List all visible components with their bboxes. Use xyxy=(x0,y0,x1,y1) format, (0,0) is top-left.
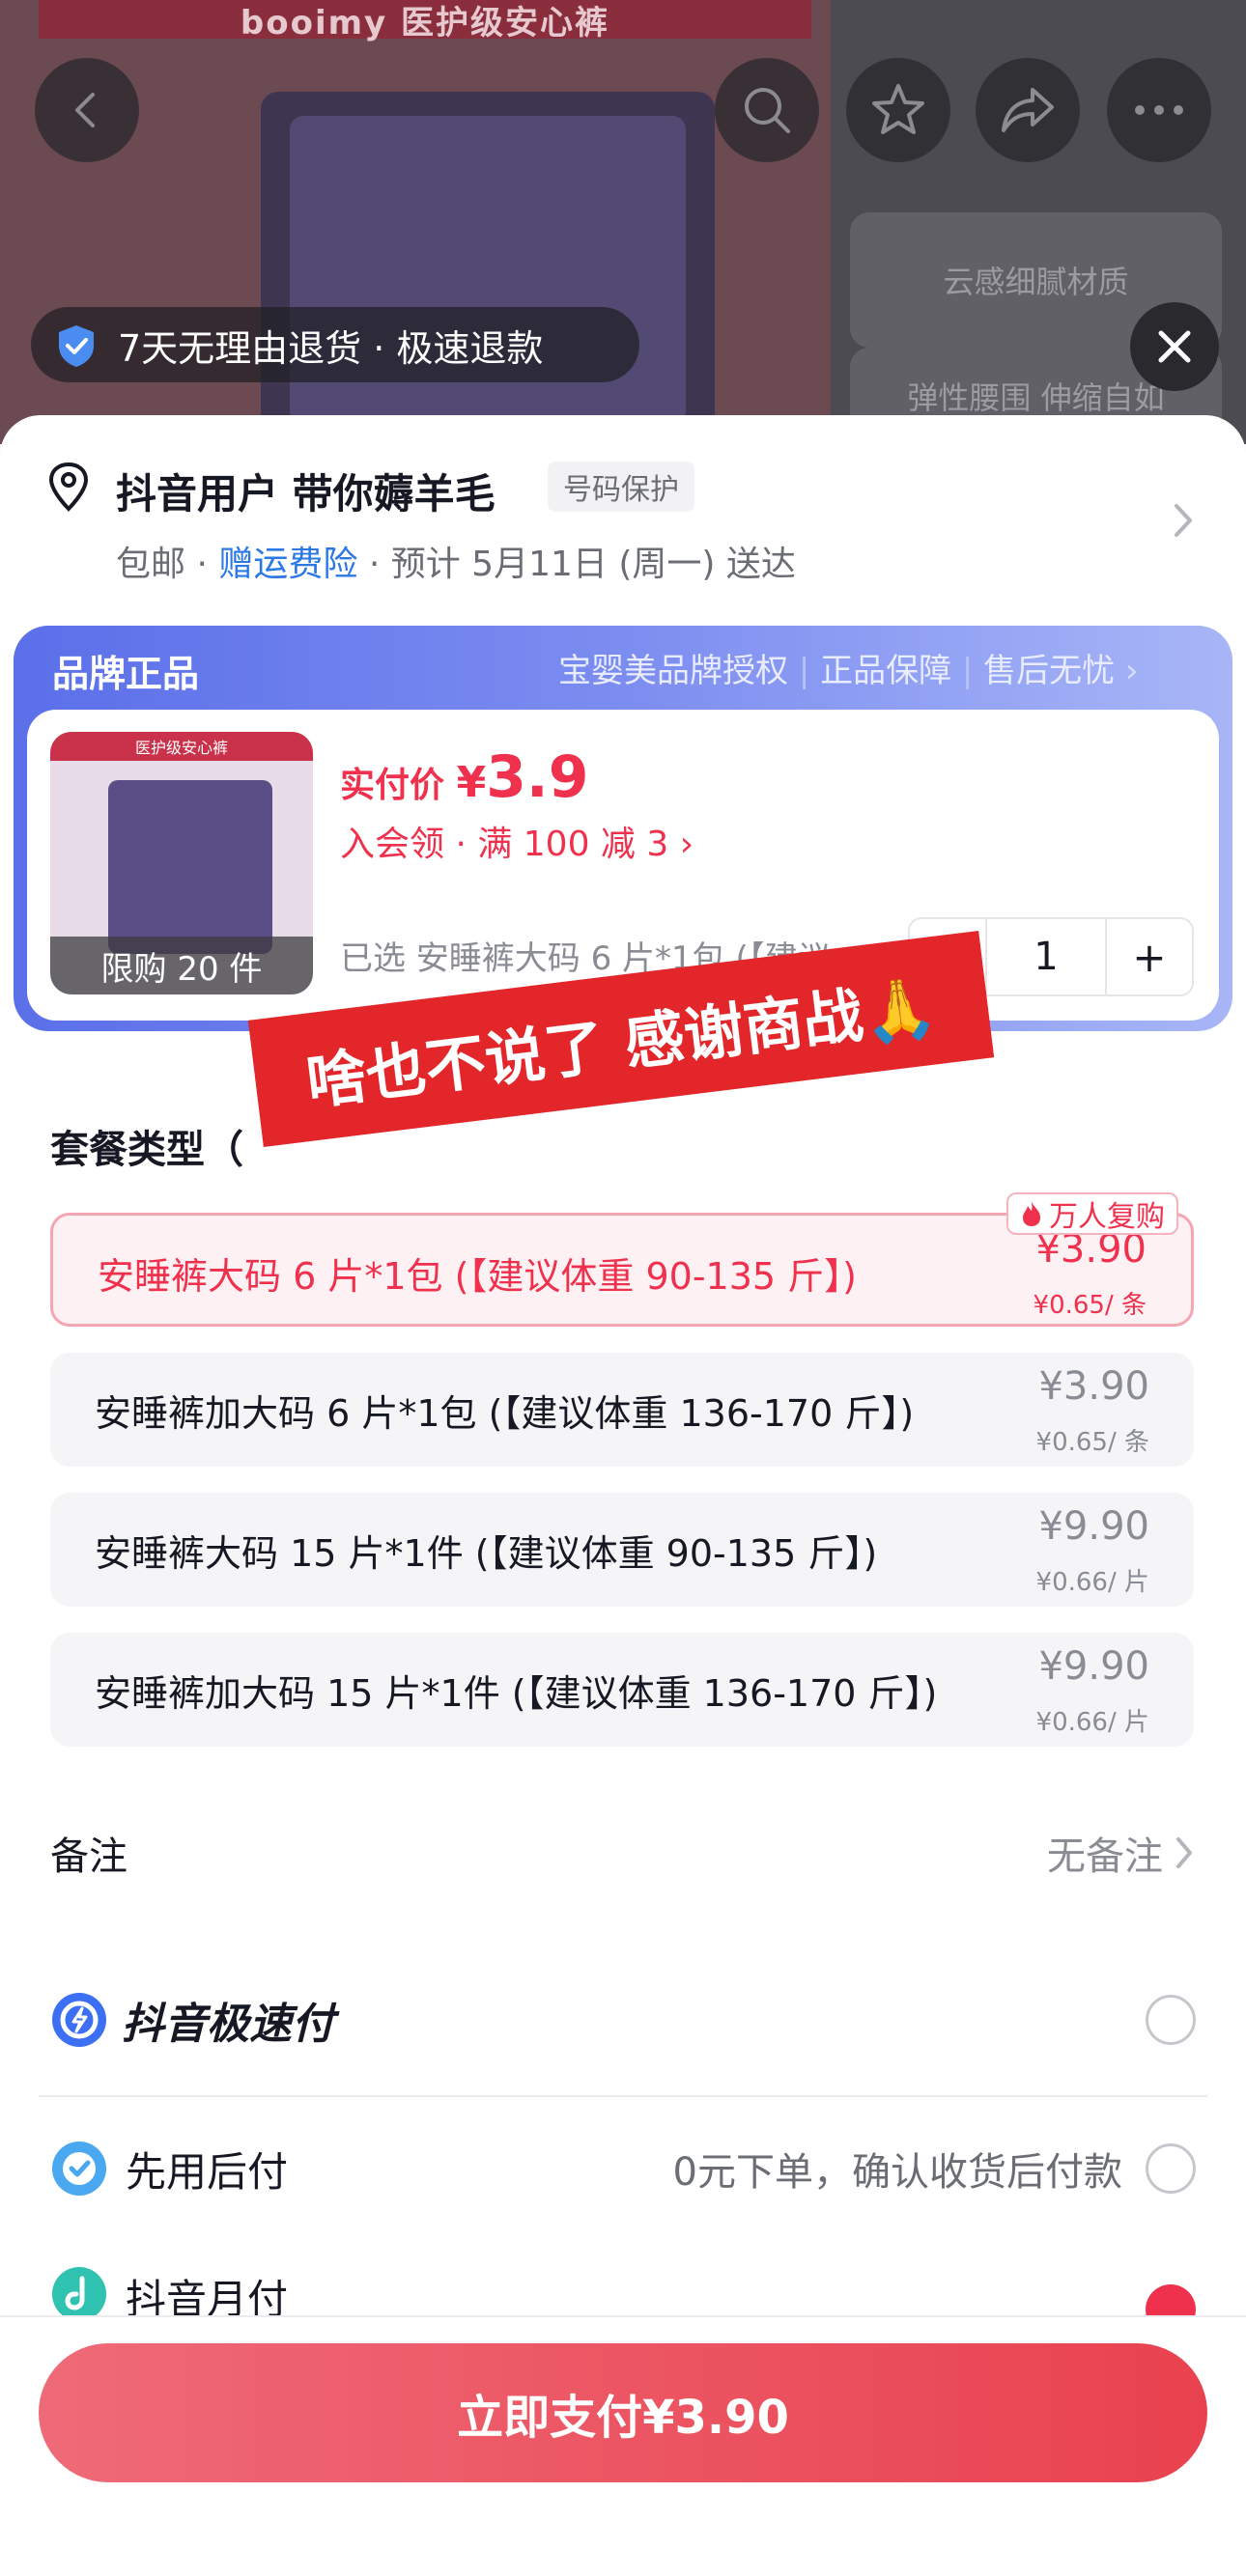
star-icon xyxy=(872,84,924,134)
promo-text: 入会领 · 满 100 减 3 xyxy=(340,825,669,864)
package-option-name: 安睡裤加大码 6 片*1包 (【建议体重 136-170 斤】) xyxy=(95,1391,915,1435)
chevron-right-icon: › xyxy=(679,825,694,864)
location-pin-icon xyxy=(48,462,89,512)
package-option-unit-price: ¥0.65/ 条 xyxy=(1035,1428,1149,1457)
payment-option-desc: 0元下单，确认收货后付款 xyxy=(672,2150,1122,2195)
package-option-unit-price: ¥0.66/ 片 xyxy=(1035,1708,1149,1737)
package-option-name: 安睡裤大码 15 片*1件 (【建议体重 90-135 斤】) xyxy=(95,1531,878,1575)
brand-tag: 宝婴美品牌授权 xyxy=(558,652,788,690)
more-button[interactable] xyxy=(1107,58,1211,162)
package-option-name: 安睡裤加大码 15 片*1件 (【建议体重 136-170 斤】) xyxy=(95,1671,938,1715)
repurchase-badge: 万人复购 xyxy=(1006,1192,1178,1235)
payment-option-label: 先用后付 xyxy=(126,2147,289,2196)
delivery-estimate: 预计 5月11日 (周一) 送达 xyxy=(390,545,796,584)
note-value: 无备注 xyxy=(1047,1834,1163,1879)
price-label: 实付价 xyxy=(340,766,445,805)
chevron-left-icon xyxy=(75,93,95,127)
back-button[interactable] xyxy=(35,58,139,162)
share-button[interactable] xyxy=(976,58,1080,162)
price-currency: ¥ xyxy=(456,758,487,807)
hero-banner: booimy 医护级安心裤 xyxy=(39,0,811,42)
more-dots-icon xyxy=(1135,105,1183,115)
note-value-group: 无备注 xyxy=(1047,1825,1194,1881)
shield-check-icon xyxy=(59,325,94,367)
search-icon xyxy=(745,88,790,133)
package-option-unit-price: ¥0.66/ 片 xyxy=(1035,1568,1149,1597)
price-display: 实付价 ¥3.9 xyxy=(340,743,588,811)
package-option-price: ¥9.90 xyxy=(1038,1644,1149,1689)
flame-icon xyxy=(1023,1201,1040,1226)
privacy-tag: 号码保护 xyxy=(548,462,694,512)
repurchase-badge-text: 万人复购 xyxy=(1049,1200,1165,1234)
return-policy-banner: 7天无理由退货 · 极速退款 xyxy=(31,307,639,382)
share-icon xyxy=(1002,88,1054,132)
package-option-price: ¥3.90 xyxy=(1038,1364,1149,1409)
close-button[interactable] xyxy=(1130,302,1219,391)
brand-title: 品牌正品 xyxy=(52,653,200,695)
payment-option-fastpay[interactable]: 抖音极速付 xyxy=(50,1972,1196,2068)
product-thumbnail: 医护级安心裤 限购 20 件 xyxy=(50,732,313,994)
payment-radio-checked[interactable] xyxy=(1146,2284,1196,2315)
package-option-price: ¥9.90 xyxy=(1038,1504,1149,1549)
payment-option-label: 抖音月付 xyxy=(126,2276,289,2315)
member-promo-link[interactable]: 入会领 · 满 100 减 3 › xyxy=(340,816,694,866)
payment-option-monthly[interactable]: 抖音月付 xyxy=(50,2259,1196,2315)
recipient-name: 抖音用户 带你薅羊毛 xyxy=(116,470,496,518)
divider xyxy=(39,2095,1207,2097)
package-option-unit-price: ¥0.65/ 条 xyxy=(1033,1291,1147,1320)
chevron-right-icon: › xyxy=(1124,652,1139,690)
shipping-insurance-link[interactable]: 赠运费险 xyxy=(218,545,357,584)
package-type-title: 套餐类型（ xyxy=(50,1128,243,1172)
payment-radio[interactable] xyxy=(1146,2143,1196,2194)
quantity-value[interactable]: 1 xyxy=(987,919,1105,994)
package-option[interactable]: 安睡裤加大码 15 片*1件 (【建议体重 136-170 斤】) ¥9.90 … xyxy=(50,1633,1194,1747)
package-option[interactable]: 安睡裤大码 15 片*1件 (【建议体重 90-135 斤】) ¥9.90 ¥0… xyxy=(50,1493,1194,1607)
delivery-info: 包邮 · 赠运费险 · 预计 5月11日 (周一) 送达 xyxy=(116,545,796,584)
brand-tag: 售后无忧 xyxy=(983,652,1116,690)
close-icon xyxy=(1158,330,1191,363)
douyin-logo-icon xyxy=(52,2267,106,2315)
note-label: 备注 xyxy=(50,1834,127,1879)
free-shipping-text: 包邮 xyxy=(116,545,186,584)
douyin-pay-icon xyxy=(52,1993,106,2047)
increase-button[interactable]: + xyxy=(1105,919,1192,994)
price-value: 3.9 xyxy=(486,743,589,811)
thumbnail-banner: 医护级安心裤 xyxy=(50,732,313,761)
pay-now-button[interactable]: 立即支付¥3.90 xyxy=(39,2343,1207,2482)
brand-tag: 正品保障 xyxy=(820,652,952,690)
brand-tags[interactable]: 宝婴美品牌授权 | 正品保障 | 售后无忧 › xyxy=(558,644,1139,691)
payment-radio[interactable] xyxy=(1146,1995,1196,2045)
favorite-button[interactable] xyxy=(846,58,950,162)
payment-option-label: 抖音极速付 xyxy=(122,2000,334,2049)
return-policy-text: 7天无理由退货 · 极速退款 xyxy=(118,326,544,370)
thumbnail-package xyxy=(108,780,272,954)
purchase-limit-badge: 限购 20 件 xyxy=(50,937,313,994)
package-option-name: 安睡裤大码 6 片*1包 (【建议体重 90-135 斤】) xyxy=(98,1254,857,1298)
check-badge-icon xyxy=(52,2142,106,2196)
package-option[interactable]: 安睡裤加大码 6 片*1包 (【建议体重 136-170 斤】) ¥3.90 ¥… xyxy=(50,1353,1194,1467)
search-button[interactable] xyxy=(715,58,819,162)
chevron-right-icon xyxy=(1175,504,1192,537)
chevron-right-icon xyxy=(1176,1837,1192,1868)
payment-option-paylater[interactable]: 先用后付 0元下单，确认收货后付款 xyxy=(50,2120,1196,2217)
